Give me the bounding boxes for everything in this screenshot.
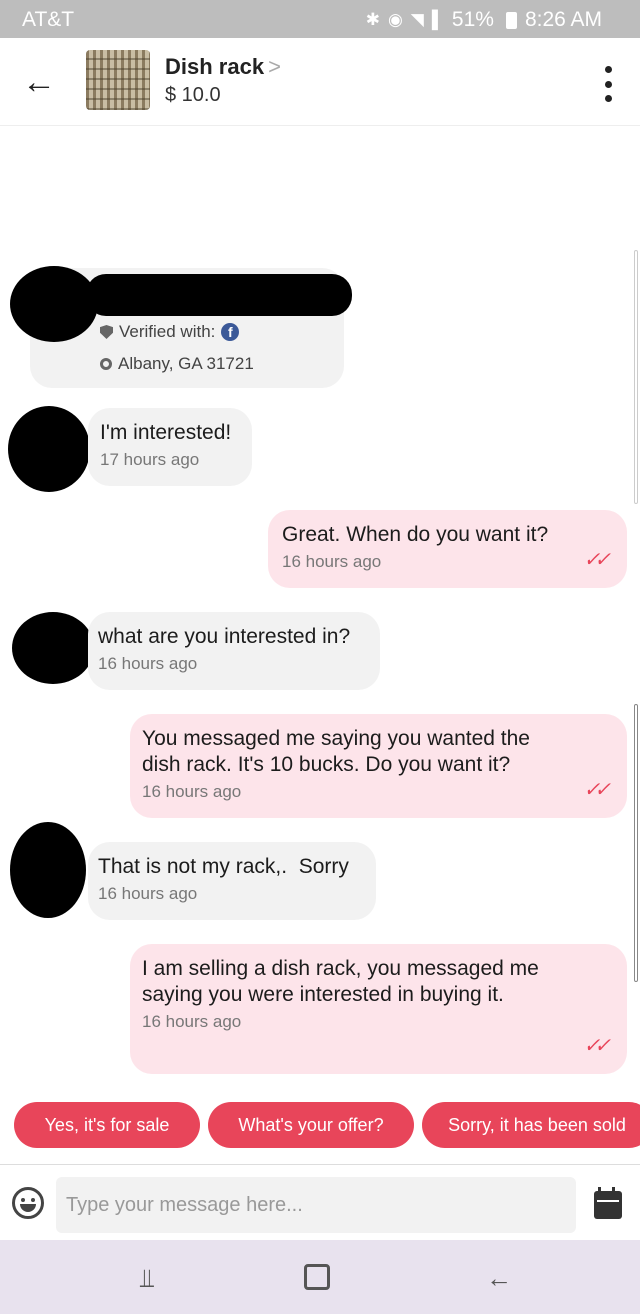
message-time: 16 hours ago bbox=[282, 552, 382, 571]
message-text: I am selling a dish rack, you messaged m… bbox=[142, 957, 539, 1006]
scrollbar[interactable] bbox=[634, 704, 638, 982]
chevron-right-icon: > bbox=[268, 54, 281, 79]
battery-icon bbox=[505, 11, 517, 29]
battery-percent: 51% bbox=[451, 8, 494, 31]
verified-badge: Verified with: f bbox=[100, 322, 240, 342]
nav-back-icon[interactable]: ← bbox=[484, 1264, 514, 1292]
facebook-icon: f bbox=[221, 323, 240, 341]
buyer-avatar bbox=[12, 612, 94, 684]
status-icons: ✱ ◉ ◥ ▌ 51% 8:26 AM bbox=[366, 8, 602, 32]
quick-replies: Yes, it's for sale What's your offer? So… bbox=[0, 1102, 640, 1150]
more-dot bbox=[604, 95, 612, 102]
buyer-avatar bbox=[10, 266, 98, 342]
arrow-left-icon: ← bbox=[22, 63, 56, 101]
quick-reply-offer[interactable]: What's your offer? bbox=[208, 1102, 414, 1148]
system-nav-bar: ⫫ ← bbox=[0, 1240, 640, 1314]
buyer-avatar bbox=[8, 406, 90, 492]
message-bubble-outgoing[interactable]: I am selling a dish rack, you messaged m… bbox=[130, 944, 627, 1074]
read-check-icon: ✓✓ bbox=[583, 549, 610, 571]
verified-label: Verified with: bbox=[119, 322, 216, 341]
status-bar: AT&T ✱ ◉ ◥ ▌ 51% 8:26 AM bbox=[0, 0, 640, 38]
clock: 8:26 AM bbox=[524, 8, 602, 31]
message-bubble-incoming[interactable]: I'm interested! 17 hours ago bbox=[88, 408, 252, 486]
emoji-icon[interactable] bbox=[12, 1187, 44, 1219]
location-pin-icon bbox=[100, 358, 112, 370]
quick-reply-sold[interactable]: Sorry, it has been sold bbox=[422, 1102, 640, 1148]
message-time: 16 hours ago bbox=[98, 884, 198, 903]
message-bubble-incoming[interactable]: what are you interested in? 16 hours ago bbox=[88, 612, 380, 690]
back-button[interactable]: ← bbox=[22, 62, 62, 102]
bluetooth-icon: ✱ bbox=[365, 10, 380, 29]
conversation[interactable]: Verified with: f Albany, GA 31721 I'm in… bbox=[0, 126, 640, 1094]
message-bubble-outgoing[interactable]: You messaged me saying you wanted the di… bbox=[130, 714, 627, 818]
message-text: what are you interested in? bbox=[98, 625, 351, 648]
message-bubble-incoming[interactable]: That is not my rack,. Sorry 16 hours ago bbox=[88, 842, 376, 920]
message-text: Great. When do you want it? bbox=[282, 523, 549, 546]
message-composer bbox=[0, 1164, 640, 1240]
quick-reply-for-sale[interactable]: Yes, it's for sale bbox=[14, 1102, 200, 1148]
buyer-avatar bbox=[10, 822, 86, 918]
read-check-icon: ✓✓ bbox=[583, 1035, 610, 1057]
message-text: That is not my rack,. Sorry bbox=[98, 855, 349, 878]
message-text: I'm interested! bbox=[100, 421, 232, 444]
message-bubble-outgoing[interactable]: Great. When do you want it? 16 hours ago… bbox=[268, 510, 627, 588]
signal-icon: ▌ bbox=[431, 10, 444, 29]
home-icon[interactable] bbox=[304, 1264, 330, 1290]
more-vertical-icon bbox=[604, 66, 612, 73]
carrier-label: AT&T bbox=[22, 8, 75, 31]
message-time: 16 hours ago bbox=[142, 782, 242, 801]
message-time: 17 hours ago bbox=[100, 450, 200, 469]
listing-title[interactable]: Dish rack > bbox=[165, 54, 281, 80]
listing-thumbnail[interactable] bbox=[86, 50, 150, 110]
location-text: Albany, GA 31721 bbox=[118, 354, 254, 373]
message-text: You messaged me saying you wanted the di… bbox=[142, 727, 530, 776]
buyer-name-redacted bbox=[86, 274, 352, 316]
chat-header: ← Dish rack > $ 10.0 bbox=[0, 38, 640, 126]
buyer-location: Albany, GA 31721 bbox=[100, 354, 254, 374]
listing-price: $ 10.0 bbox=[165, 84, 221, 106]
wifi-icon: ◥ bbox=[410, 10, 424, 29]
more-options-button[interactable] bbox=[596, 66, 620, 102]
alarm-icon: ◉ bbox=[387, 10, 403, 29]
message-input[interactable] bbox=[56, 1177, 576, 1233]
message-time: 16 hours ago bbox=[98, 654, 198, 673]
more-dot bbox=[604, 80, 612, 88]
shield-icon bbox=[100, 325, 113, 339]
listing-title-text: Dish rack bbox=[165, 54, 265, 79]
recents-icon[interactable]: ⫫ bbox=[132, 1264, 162, 1292]
message-time: 16 hours ago bbox=[142, 1012, 242, 1031]
scrollbar[interactable] bbox=[634, 250, 638, 504]
read-check-icon: ✓✓ bbox=[583, 779, 610, 801]
calendar-icon[interactable] bbox=[594, 1187, 622, 1219]
